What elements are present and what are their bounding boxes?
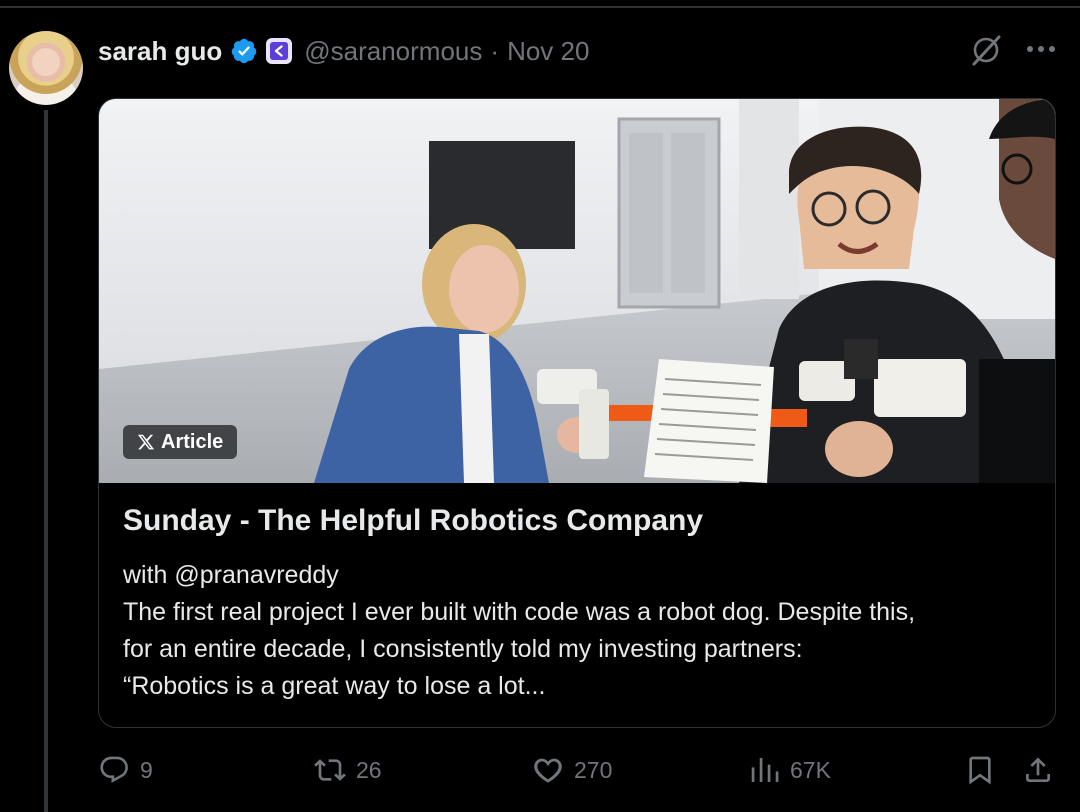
views-icon — [751, 758, 779, 782]
author-name[interactable]: sarah guo — [98, 36, 222, 67]
like-button[interactable]: 270 — [532, 752, 612, 788]
tweet-header: sarah guo @saranormous · Nov 20 — [98, 34, 589, 68]
article-description-line: “Robotics is a great way to lose a lot..… — [123, 672, 546, 700]
article-description-line: The first real project I ever built with… — [123, 598, 916, 626]
x-logo-icon — [137, 434, 155, 450]
repost-count: 26 — [356, 756, 382, 783]
avatar[interactable] — [9, 31, 83, 105]
views-button[interactable]: 67K — [748, 752, 831, 788]
bookmark-icon — [969, 756, 991, 785]
reply-button[interactable]: 9 — [98, 752, 153, 788]
article-card[interactable]: Article Sunday - The Helpful Robotics Co… — [98, 98, 1056, 728]
more-icon[interactable] — [1024, 34, 1058, 64]
like-icon — [534, 758, 562, 783]
article-title[interactable]: Sunday - The Helpful Robotics Company — [123, 504, 703, 538]
article-badge-label: Article — [161, 430, 224, 453]
tweet-date[interactable]: Nov 20 — [507, 36, 589, 67]
views-count: 67K — [790, 756, 831, 783]
article-cover-image: Article — [99, 99, 1055, 483]
tweet-actions: 9 26 270 67K — [98, 752, 1062, 788]
separator-dot: · — [490, 35, 500, 66]
thread-line — [44, 110, 48, 812]
bookmark-button[interactable] — [964, 752, 996, 788]
share-icon — [1026, 757, 1050, 782]
grok-icon[interactable] — [968, 32, 1004, 68]
like-count: 270 — [574, 756, 613, 783]
repost-icon — [314, 759, 346, 781]
top-divider — [0, 6, 1080, 8]
share-button[interactable] — [1022, 752, 1054, 788]
article-description: with @pranavreddy The first real project… — [123, 557, 1043, 705]
article-badge: Article — [123, 425, 238, 459]
verified-badge-icon — [231, 38, 257, 64]
article-description-line: for an entire decade, I consistently tol… — [123, 635, 803, 663]
affiliate-badge-icon[interactable] — [266, 38, 293, 64]
article-description-line: with @pranavreddy — [123, 561, 339, 589]
repost-button[interactable]: 26 — [314, 752, 382, 788]
author-handle[interactable]: @saranormous — [304, 36, 482, 67]
reply-icon — [100, 756, 128, 783]
reply-count: 9 — [140, 756, 153, 783]
